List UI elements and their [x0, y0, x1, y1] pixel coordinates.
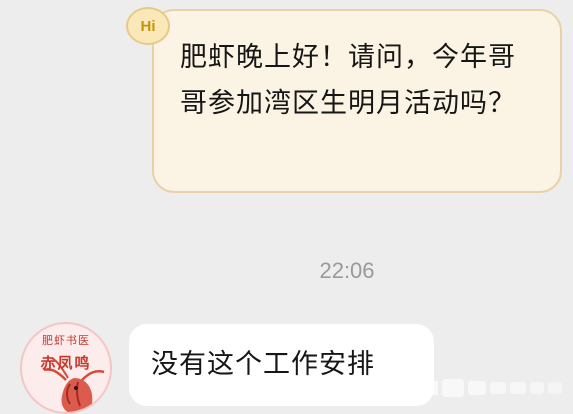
message-timestamp: 22:06 — [319, 258, 375, 283]
incoming-message-text[interactable]: 没有这个工作安排 — [129, 324, 434, 406]
avatar-caption-bottom: 赤凤鸣 — [40, 354, 92, 372]
watermark-icon — [430, 379, 562, 397]
avatar-caption-top: 肥虾书医 — [42, 334, 90, 347]
avatar[interactable]: 肥虾书医 赤凤鸣 — [20, 322, 112, 414]
hi-badge-icon: Hi — [126, 7, 170, 45]
outgoing-message-text[interactable]: 肥虾晚上好！请问，今年哥哥参加湾区生明月活动吗？ — [152, 9, 562, 193]
outgoing-message[interactable]: 肥虾晚上好！请问，今年哥哥参加湾区生明月活动吗？ Hi — [126, 7, 562, 193]
chat-view: 肥虾晚上好！请问，今年哥哥参加湾区生明月活动吗？ Hi 22:06 肥虾书医 赤… — [0, 0, 573, 414]
